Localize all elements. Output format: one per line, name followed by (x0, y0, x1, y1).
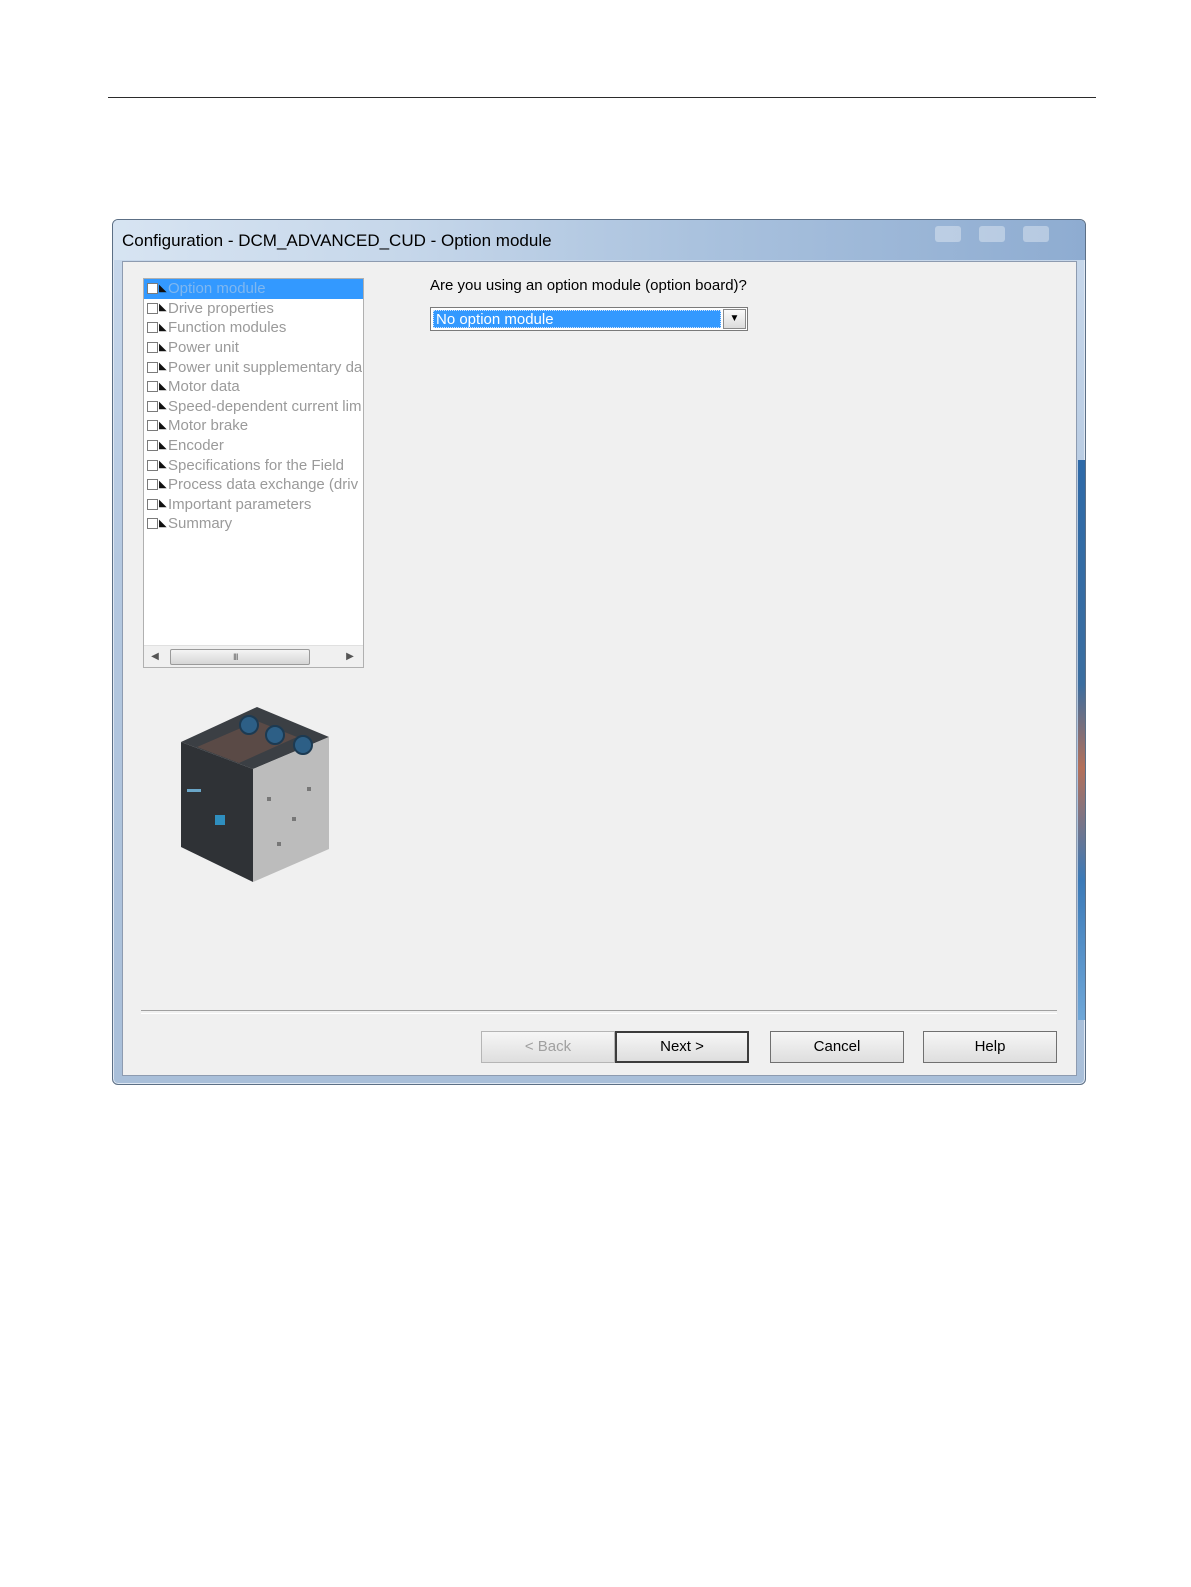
flag-icon: ◣ (159, 459, 167, 471)
tree-item-label: Power unit supplementary da (168, 358, 363, 376)
flag-icon: ◣ (159, 341, 167, 353)
tree-item-label: Motor data (168, 378, 240, 396)
tree-item-label: Function modules (168, 319, 287, 337)
minimize-icon[interactable] (935, 226, 961, 242)
checkbox-icon[interactable] (147, 459, 158, 471)
window-frame-accent (1078, 460, 1085, 1020)
flag-icon: ◣ (159, 282, 167, 294)
back-button[interactable]: < Back (481, 1031, 615, 1063)
scroll-left-icon[interactable]: ◀ (148, 650, 162, 664)
tree-item[interactable]: ◣ Function modules (144, 318, 363, 338)
horizontal-scrollbar[interactable]: ◀ III ▶ (144, 645, 363, 667)
flag-icon: ◣ (159, 321, 167, 333)
checkbox-icon[interactable] (147, 322, 158, 334)
checkbox-icon[interactable] (147, 400, 158, 412)
tree-item-label: Motor brake (168, 417, 249, 435)
tree-item-label: Option module (168, 280, 266, 298)
checkbox-icon[interactable] (147, 342, 158, 354)
tree-item[interactable]: ◣ Motor data (144, 377, 363, 397)
tree-item[interactable]: ◣ Summary (144, 514, 363, 534)
option-module-select[interactable]: No option module ▼ (430, 307, 748, 331)
checkbox-icon[interactable] (147, 440, 158, 452)
flag-icon: ◣ (159, 380, 167, 392)
configuration-dialog: Configuration - DCM_ADVANCED_CUD - Optio… (112, 219, 1086, 1085)
dialog-client-area: ◣ Option module ◣ Drive properties ◣ Function… (122, 261, 1077, 1076)
tree-item-label: Important parameters (168, 495, 312, 513)
tree-item[interactable]: ◣ Speed-dependent current lim (144, 397, 363, 417)
flag-icon: ◣ (159, 439, 167, 451)
tree-item-label: Encoder (168, 437, 224, 455)
scroll-right-icon[interactable]: ▶ (343, 650, 357, 664)
drive-unit-image (181, 707, 329, 882)
grip-icon: III (233, 652, 238, 662)
help-button[interactable]: Help (923, 1031, 1057, 1063)
tree-item[interactable]: ◣ Power unit (144, 338, 363, 358)
tree-item-label: Process data exchange (driv (168, 476, 359, 494)
tree-item-label: Drive properties (168, 299, 274, 317)
checkbox-icon[interactable] (147, 479, 158, 491)
tree-item[interactable]: ◣ Specifications for the Field (144, 455, 363, 475)
tree-items: ◣ Option module ◣ Drive properties ◣ Function… (144, 279, 363, 534)
flag-icon: ◣ (159, 498, 167, 510)
scrollbar-thumb[interactable]: III (170, 649, 310, 665)
tree-item[interactable]: ◣ Power unit supplementary da (144, 357, 363, 377)
checkbox-icon[interactable] (147, 302, 158, 314)
cancel-button[interactable]: Cancel (770, 1031, 904, 1063)
flag-icon: ◣ (159, 361, 167, 373)
tree-item[interactable]: ◣ Option module (144, 279, 363, 299)
tree-item[interactable]: ◣ Drive properties (144, 299, 363, 319)
title-bar[interactable]: Configuration - DCM_ADVANCED_CUD - Optio… (113, 220, 1085, 260)
window-controls (935, 226, 1049, 242)
close-icon[interactable] (1023, 226, 1049, 242)
checkbox-icon[interactable] (147, 498, 158, 510)
tree-item[interactable]: ◣ Process data exchange (driv (144, 475, 363, 495)
flag-icon: ◣ (159, 517, 167, 529)
checkbox-icon[interactable] (147, 283, 158, 295)
option-module-question: Are you using an option module (option b… (430, 277, 747, 294)
flag-icon: ◣ (159, 478, 167, 490)
flag-icon: ◣ (159, 302, 167, 314)
header-rule (108, 97, 1096, 98)
tree-item[interactable]: ◣ Important parameters (144, 495, 363, 515)
window-title: Configuration - DCM_ADVANCED_CUD - Optio… (122, 231, 552, 250)
tree-item[interactable]: ◣ Encoder (144, 436, 363, 456)
maximize-icon[interactable] (979, 226, 1005, 242)
checkbox-icon[interactable] (147, 381, 158, 393)
document-page: Configuration - DCM_ADVANCED_CUD - Optio… (0, 0, 1191, 1587)
option-module-selected-value: No option module (433, 310, 721, 328)
flag-icon: ◣ (159, 419, 167, 431)
tree-item-label: Speed-dependent current lim (168, 397, 362, 415)
tree-item[interactable]: ◣ Motor brake (144, 416, 363, 436)
button-separator (141, 1010, 1057, 1014)
checkbox-icon[interactable] (147, 518, 158, 530)
checkbox-icon[interactable] (147, 420, 158, 432)
tree-item-label: Summary (168, 515, 233, 533)
chevron-down-icon[interactable]: ▼ (723, 309, 746, 329)
tree-item-label: Specifications for the Field (168, 456, 344, 474)
checkbox-icon[interactable] (147, 361, 158, 373)
tree-item-label: Power unit (168, 339, 239, 357)
navigation-tree[interactable]: ◣ Option module ◣ Drive properties ◣ Function… (143, 278, 364, 668)
next-button[interactable]: Next > (615, 1031, 749, 1063)
flag-icon: ◣ (159, 400, 167, 412)
